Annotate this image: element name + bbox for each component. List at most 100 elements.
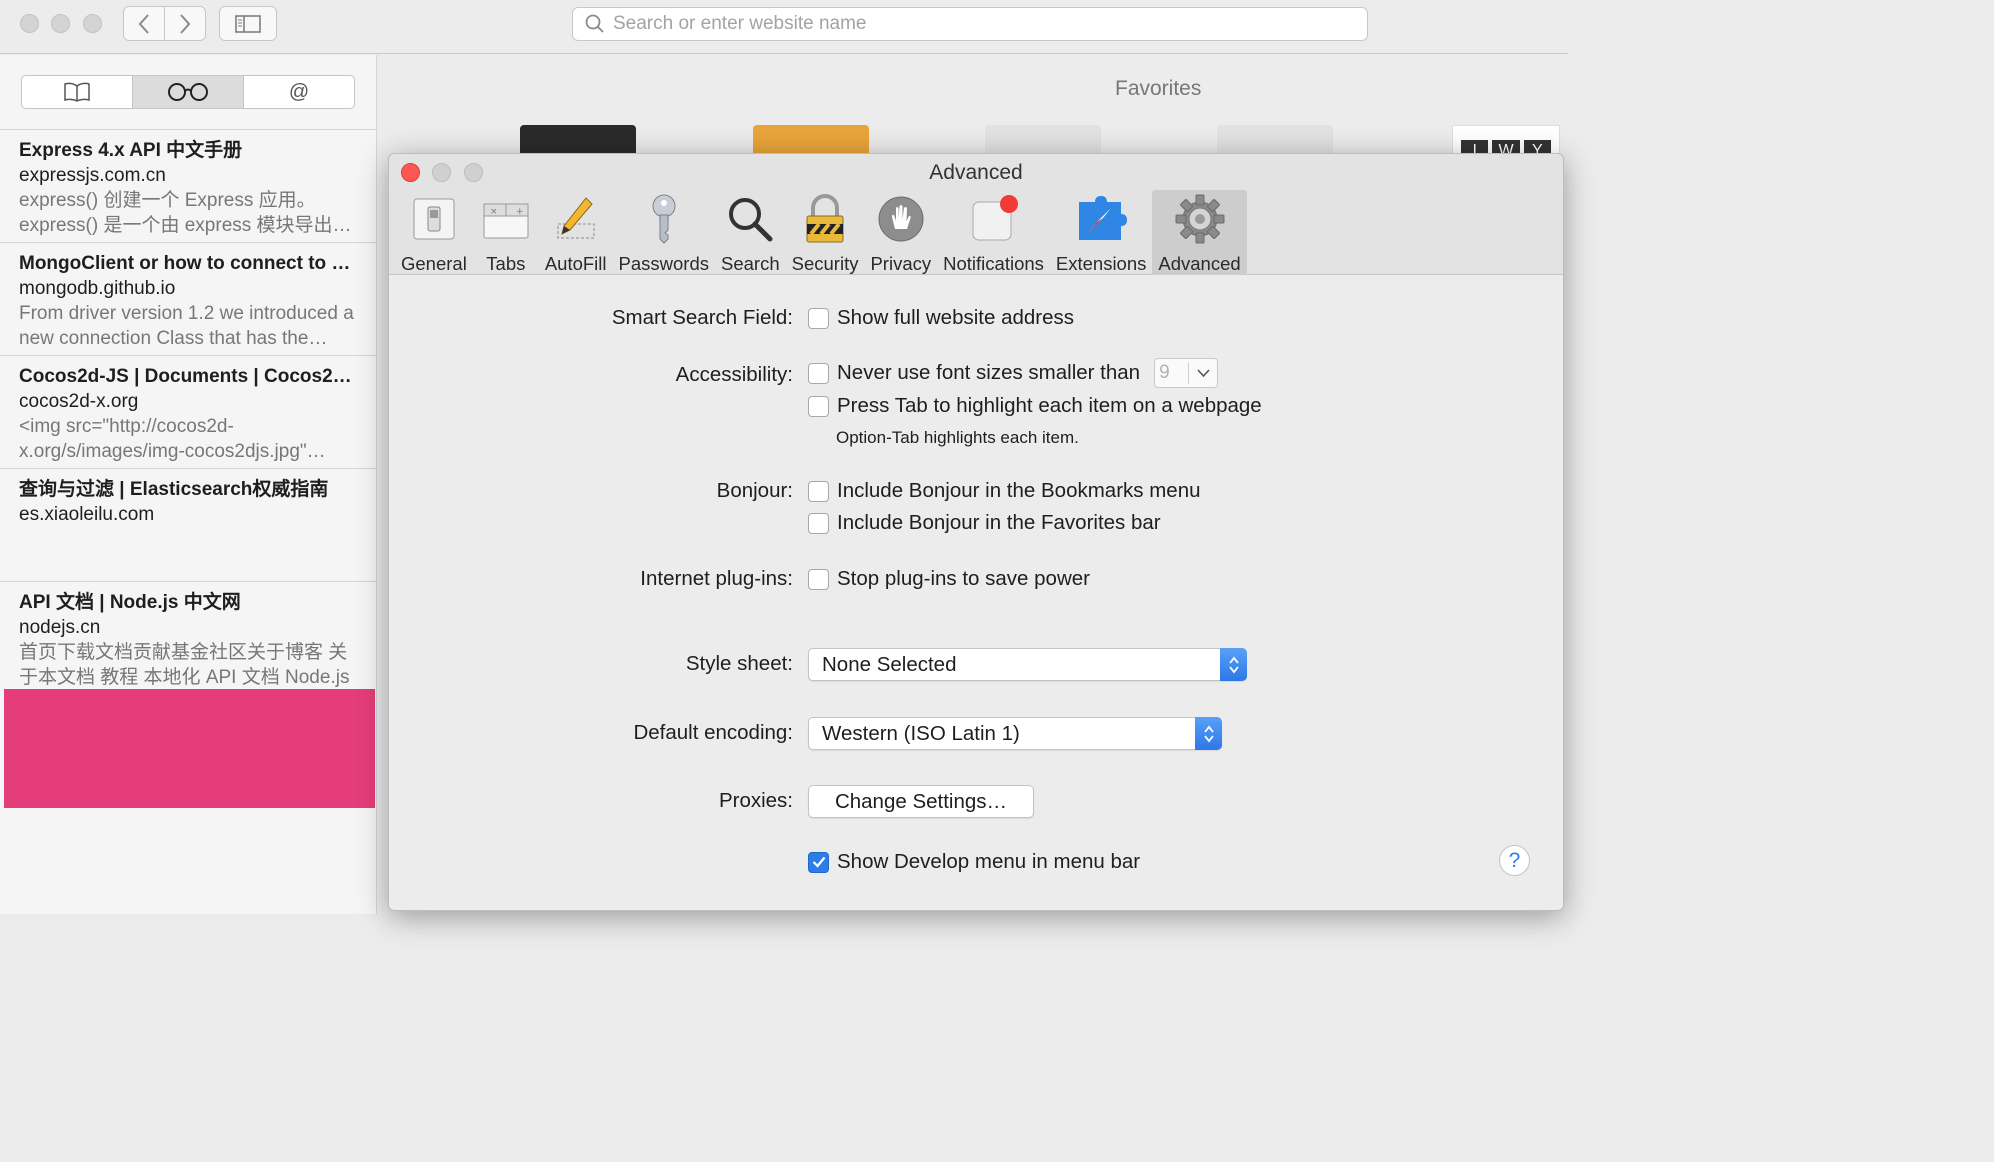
checkbox-label: Show full website address xyxy=(837,306,1075,329)
tab-security[interactable]: Security xyxy=(786,190,865,275)
toggle-sidebar-button[interactable] xyxy=(219,6,277,41)
tab-privacy[interactable]: Privacy xyxy=(864,190,937,275)
window-minimize-button[interactable] xyxy=(51,14,70,33)
accessibility-label: Accessibility: xyxy=(675,363,793,386)
favorites-title: Favorites xyxy=(1115,77,1202,100)
reading-list-item-domain: cocos2d-x.org xyxy=(19,391,139,412)
reading-list-item-description: From driver version 1.2 we introduced a … xyxy=(19,303,354,349)
bonjour-label: Bonjour: xyxy=(716,479,793,502)
puzzle-compass-icon xyxy=(1079,196,1128,240)
tab-advanced[interactable]: Advanced xyxy=(1152,190,1247,275)
advanced-pane: Smart Search Field: Show full website ad… xyxy=(389,276,1563,910)
checkbox-label: Never use font sizes smaller than xyxy=(837,361,1141,384)
change-settings-button[interactable]: Change Settings… xyxy=(808,785,1034,818)
preferences-header: Advanced General × + Tabs AutoFill Passwo… xyxy=(389,154,1563,275)
updown-arrows-icon xyxy=(1203,725,1214,742)
checkbox-label: Stop plug-ins to save power xyxy=(837,567,1090,590)
tab-label: Advanced xyxy=(1158,253,1241,274)
reading-list-tab[interactable] xyxy=(132,76,243,108)
reading-list-item[interactable]: MongoClient or how to connect to a Mongo… xyxy=(0,242,376,355)
help-button[interactable]: ? xyxy=(1499,845,1530,876)
at-sign-icon: @ xyxy=(288,80,310,103)
browser-toolbar xyxy=(0,0,1568,54)
tab-general[interactable]: General xyxy=(395,190,473,275)
bookmarks-tab[interactable] xyxy=(22,76,132,108)
checkmark-icon xyxy=(812,856,825,868)
encoding-label: Default encoding: xyxy=(633,721,793,744)
reading-list-item[interactable]: 查询与过滤 | Elasticsearch权威指南 es.xiaoleilu.c… xyxy=(0,468,376,581)
chevron-down-icon xyxy=(1196,368,1210,377)
window-zoom-button[interactable] xyxy=(83,14,102,33)
reading-list-item-description: 首页下载文档贡献基金社区关于博客 关于本文档 教程 本地化 API 文档 Nod… xyxy=(19,642,350,688)
updown-arrows-icon xyxy=(1228,656,1239,673)
tab-label: Notifications xyxy=(943,253,1044,274)
show-full-address-option[interactable]: Show full website address xyxy=(808,306,1074,330)
option-tab-hint: Option-Tab highlights each item. xyxy=(836,428,1079,447)
bonjour-bookmarks-checkbox[interactable] xyxy=(808,480,829,502)
tab-label: Tabs xyxy=(486,253,526,274)
bonjour-favorites-checkbox[interactable] xyxy=(808,512,829,534)
chevron-right-icon xyxy=(180,13,191,34)
min-font-size-option[interactable]: Never use font sizes smaller than 9 xyxy=(808,358,1219,388)
tab-extensions[interactable]: Extensions xyxy=(1050,190,1153,275)
back-button[interactable] xyxy=(124,7,165,40)
stylesheet-label: Style sheet: xyxy=(685,652,793,675)
reading-list-item[interactable]: Cocos2d-JS | Documents | Cocos2d-x cocos… xyxy=(0,355,376,468)
tab-autofill[interactable]: AutoFill xyxy=(539,190,613,275)
reading-list-item-domain: nodejs.cn xyxy=(19,617,101,638)
tab-label: AutoFill xyxy=(544,253,607,274)
tab-label: Privacy xyxy=(870,253,932,274)
shared-links-tab[interactable]: @ xyxy=(243,76,354,108)
tab-passwords[interactable]: Passwords xyxy=(613,190,715,275)
smart-search-label: Smart Search Field: xyxy=(611,306,793,329)
tab-label: Passwords xyxy=(618,253,710,274)
reading-glasses-icon xyxy=(168,83,208,101)
svg-text:×: × xyxy=(490,207,498,217)
min-font-size-checkbox[interactable] xyxy=(808,362,829,384)
chevron-left-icon xyxy=(138,13,149,34)
stylesheet-value: None Selected xyxy=(822,652,957,676)
proxies-label: Proxies: xyxy=(718,789,793,812)
encoding-popup[interactable]: Western (ISO Latin 1) xyxy=(808,717,1222,750)
checkbox-label: Show Develop menu in menu bar xyxy=(837,850,1141,873)
forward-button[interactable] xyxy=(165,7,205,40)
stop-plugins-option[interactable]: Stop plug-ins to save power xyxy=(808,567,1090,591)
preferences-tabbar: General × + Tabs AutoFill Passwords Searc… xyxy=(395,190,1247,275)
padlock-icon xyxy=(806,194,844,243)
sidebar-segmented-control: @ xyxy=(21,75,355,109)
reading-list-item-description xyxy=(19,527,359,577)
reading-list-item[interactable]: API 文档 | Node.js 中文网 nodejs.cn 首页下载文档贡献基… xyxy=(0,581,376,694)
checkbox-label: Include Bonjour in the Bookmarks menu xyxy=(837,479,1201,502)
reading-list-item-title: 查询与过滤 | Elasticsearch权威指南 xyxy=(19,479,329,500)
press-tab-checkbox[interactable] xyxy=(808,395,829,417)
show-develop-menu-option[interactable]: Show Develop menu in menu bar xyxy=(808,850,1140,874)
tab-label: General xyxy=(401,253,467,274)
show-develop-menu-checkbox[interactable] xyxy=(808,851,829,873)
reading-list-item-domain: mongodb.github.io xyxy=(19,278,176,299)
sidebar: @ Express 4.x API 中文手册 expressjs.com.cn … xyxy=(0,55,377,914)
bonjour-favorites-option[interactable]: Include Bonjour in the Favorites bar xyxy=(808,511,1161,535)
stop-plugins-checkbox[interactable] xyxy=(808,568,829,590)
tab-notifications[interactable]: Notifications xyxy=(937,190,1050,275)
tab-label: Extensions xyxy=(1055,253,1147,274)
tab-tabs[interactable]: × + Tabs xyxy=(473,190,539,275)
search-input[interactable] xyxy=(613,13,1313,35)
tab-search[interactable]: Search xyxy=(715,190,786,275)
preferences-window: Advanced General × + Tabs AutoFill Passwo… xyxy=(388,153,1564,911)
reading-list-item[interactable]: Express 4.x API 中文手册 expressjs.com.cn ex… xyxy=(0,129,376,242)
stylesheet-popup[interactable]: None Selected xyxy=(808,648,1247,681)
address-bar[interactable] xyxy=(572,7,1368,41)
press-tab-option[interactable]: Press Tab to highlight each item on a we… xyxy=(808,394,1262,418)
reading-list-item-domain: es.xiaoleilu.com xyxy=(19,504,155,525)
checkbox-label: Include Bonjour in the Favorites bar xyxy=(837,511,1161,534)
window-close-button[interactable] xyxy=(20,14,39,33)
checkbox-label: Press Tab to highlight each item on a we… xyxy=(837,394,1262,417)
svg-text:+: + xyxy=(516,207,524,217)
show-full-address-checkbox[interactable] xyxy=(808,307,829,329)
bonjour-bookmarks-option[interactable]: Include Bonjour in the Bookmarks menu xyxy=(808,479,1201,503)
reading-list-item-description: <img src="http://cocos2d-x.org/s/images/… xyxy=(19,416,307,462)
highlight-overlay xyxy=(4,689,375,808)
font-size-select[interactable]: 9 xyxy=(1154,358,1219,388)
reading-list: Express 4.x API 中文手册 expressjs.com.cn ex… xyxy=(0,129,376,694)
book-icon xyxy=(64,82,90,102)
